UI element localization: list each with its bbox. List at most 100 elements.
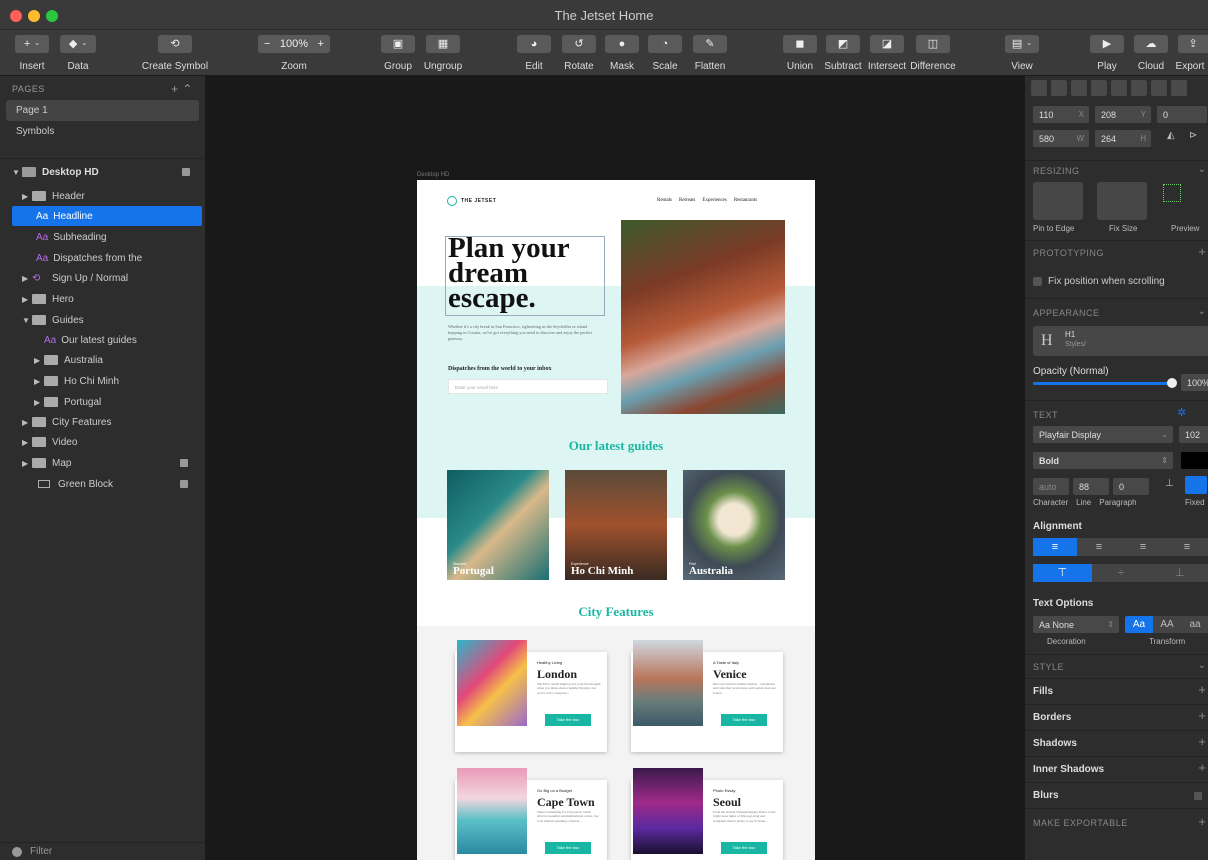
flip-vertical-icon[interactable]: ⊳ — [1189, 130, 1197, 141]
align-text-right-icon[interactable]: ≡ — [1121, 538, 1165, 556]
nav-restaurants[interactable]: Restaurants — [734, 198, 757, 203]
line-height-field[interactable]: 88 — [1073, 478, 1109, 495]
subtract-tool[interactable]: ◩ Subtract — [824, 35, 862, 72]
guides-title[interactable]: Our latest guides — [417, 438, 815, 454]
disclosure-closed-icon[interactable]: ▶ — [22, 295, 32, 304]
headline[interactable]: Plan your dream escape. — [448, 234, 570, 313]
feature-card-cape-town[interactable]: Go Big on a Budget Cape Town There's som… — [455, 768, 607, 860]
view-tool[interactable]: ▤ ⌄ View — [1005, 35, 1039, 72]
layer-ho-chi-minh[interactable]: ▶ Ho Chi Minh — [12, 371, 202, 391]
difference-tool[interactable]: ◫ Difference — [910, 35, 956, 72]
align-middle-icon[interactable] — [1111, 80, 1127, 96]
align-right-icon[interactable] — [1071, 80, 1087, 96]
layer-artboard-desktop-hd[interactable]: ▼ Desktop HD — [12, 162, 202, 182]
rotation-field[interactable]: 0 — [1157, 106, 1207, 123]
disclosure-closed-icon[interactable]: ▶ — [34, 356, 44, 365]
dispatches-heading[interactable]: Dispatches from the world to your inbox — [448, 366, 551, 372]
layer-dispatches[interactable]: Aa Dispatches from the — [12, 248, 202, 268]
take-the-tour-button[interactable]: Take the tour — [545, 714, 591, 726]
disclosure-open-icon[interactable]: ▼ — [22, 316, 32, 325]
add-export-icon[interactable]: + — [1198, 814, 1206, 829]
subheading[interactable]: Whether it's a city break in San Francis… — [448, 324, 598, 342]
create-symbol-tool[interactable]: ⟲ Create Symbol — [142, 35, 208, 72]
align-text-center-icon[interactable]: ≡ — [1077, 538, 1121, 556]
layer-green-block[interactable]: Green Block — [12, 474, 202, 494]
chevron-down-icon[interactable]: ⌄ — [1198, 164, 1206, 175]
layer-city-features[interactable]: ▶ City Features — [12, 412, 202, 432]
zoom-control[interactable]: −100% + Zoom — [258, 35, 330, 72]
lock-icon[interactable] — [182, 168, 190, 176]
fix-size-control[interactable] — [1097, 182, 1147, 220]
group-tool[interactable]: ▣ Group — [381, 35, 415, 72]
artboard-label[interactable]: Desktop HD — [417, 172, 449, 178]
flatten-tool[interactable]: ✎ Flatten — [693, 35, 727, 72]
opacity-label[interactable]: Opacity (Normal) — [1033, 366, 1109, 377]
features-title[interactable]: City Features — [417, 604, 815, 620]
take-the-tour-button[interactable]: Take the tour — [721, 714, 767, 726]
layer-video[interactable]: ▶ Video — [12, 432, 202, 452]
height-field[interactable]: 264 H — [1095, 130, 1151, 147]
union-tool[interactable]: ◼ Union — [783, 35, 817, 72]
scale-tool[interactable]: ◔ Scale — [648, 35, 682, 72]
chevron-down-icon[interactable]: ⌄ — [1198, 660, 1206, 671]
feature-card-seoul[interactable]: Photo Essay Seoul From the ancient Chang… — [631, 768, 783, 860]
gear-icon[interactable]: ✲ — [1177, 406, 1186, 419]
guide-card-australia[interactable]: Feel Australia — [683, 470, 785, 580]
data-tool[interactable]: ◆ ⌄ Data — [60, 35, 96, 72]
chevron-down-icon[interactable]: ⌄ — [1198, 306, 1206, 317]
nav-experiences[interactable]: Experiences — [702, 198, 726, 203]
distribute-vertical-icon[interactable] — [1171, 80, 1187, 96]
disclosure-open-icon[interactable]: ▼ — [12, 168, 22, 177]
transform-lowercase[interactable]: aa — [1181, 616, 1208, 633]
layer-our-latest-guides[interactable]: Aa Our latest guides — [12, 330, 202, 350]
align-top-text-icon[interactable]: ⊤ — [1033, 564, 1092, 582]
layer-sign-up[interactable]: ▶ ⟲ Sign Up / Normal — [12, 268, 202, 288]
disclosure-closed-icon[interactable]: ▶ — [22, 418, 32, 427]
filter-bar[interactable]: Filter — [0, 842, 206, 860]
font-family-select[interactable]: Playfair Display ⌄ — [1033, 426, 1173, 443]
feature-card-venice[interactable]: A Taste of Italy Venice Discover Venice'… — [631, 640, 783, 752]
disclosure-closed-icon[interactable]: ▶ — [22, 459, 32, 468]
intersect-tool[interactable]: ◪ Intersect — [868, 35, 906, 72]
page-item-symbols[interactable]: Symbols — [6, 121, 199, 142]
align-bottom-text-icon[interactable]: ⊥ — [1150, 564, 1208, 582]
align-text-left-icon[interactable]: ≡ — [1033, 538, 1077, 556]
zoom-in-icon[interactable]: + — [318, 35, 324, 53]
add-inner-shadow-icon[interactable]: + — [1198, 760, 1206, 775]
take-the-tour-button[interactable]: Take the tour — [545, 842, 591, 854]
align-middle-text-icon[interactable]: ÷ — [1092, 564, 1151, 582]
disclosure-closed-icon[interactable]: ▶ — [22, 274, 32, 283]
page-item-page-1[interactable]: Page 1 — [6, 100, 199, 121]
paragraph-spacing-field[interactable]: 0 — [1113, 478, 1149, 495]
export-tool[interactable]: ⇪ Export — [1176, 35, 1208, 72]
add-page-icon[interactable]: + ⌃ — [171, 82, 193, 96]
mask-tool[interactable]: ● Mask — [605, 35, 639, 72]
transform-uppercase[interactable]: AA — [1153, 616, 1181, 633]
cloud-tool[interactable]: ☁ Cloud — [1134, 35, 1168, 72]
opacity-field[interactable]: 100% — [1181, 374, 1208, 391]
layer-header[interactable]: ▶ Header — [12, 186, 202, 206]
edit-tool[interactable]: ◕ Edit — [517, 35, 551, 72]
transform-none[interactable]: Aa — [1125, 616, 1153, 633]
opacity-slider-thumb[interactable] — [1167, 378, 1177, 388]
guide-card-ho-chi-minh[interactable]: Experience Ho Chi Minh — [565, 470, 667, 580]
ungroup-tool[interactable]: ▦ Ungroup — [424, 35, 462, 72]
layer-map[interactable]: ▶ Map — [12, 453, 202, 473]
opacity-slider[interactable] — [1033, 382, 1171, 385]
align-center-icon[interactable] — [1051, 80, 1067, 96]
layer-headline[interactable]: Aa Headline — [12, 206, 202, 226]
decoration-select[interactable]: Aa None ⇕ — [1033, 616, 1119, 633]
y-field[interactable]: 208 Y — [1095, 106, 1151, 123]
auto-width-icon[interactable]: ⊥ — [1165, 478, 1174, 489]
text-style-picker[interactable]: H H1 Styles/ — [1033, 326, 1208, 356]
insert-tool[interactable]: + ⌄ Insert — [15, 35, 49, 72]
add-border-icon[interactable]: + — [1198, 708, 1206, 723]
align-text-justify-icon[interactable]: ≡ — [1165, 538, 1208, 556]
distribute-icon[interactable] — [1151, 80, 1167, 96]
disclosure-closed-icon[interactable]: ▶ — [22, 192, 32, 201]
guide-card-portugal[interactable]: Discover Portugal — [447, 470, 549, 580]
logo[interactable]: THE JETSET — [447, 196, 496, 206]
fix-position-checkbox[interactable]: Fix position when scrolling — [1033, 276, 1165, 287]
email-input[interactable]: Enter your email here — [448, 379, 608, 394]
disclosure-closed-icon[interactable]: ▶ — [22, 438, 32, 447]
